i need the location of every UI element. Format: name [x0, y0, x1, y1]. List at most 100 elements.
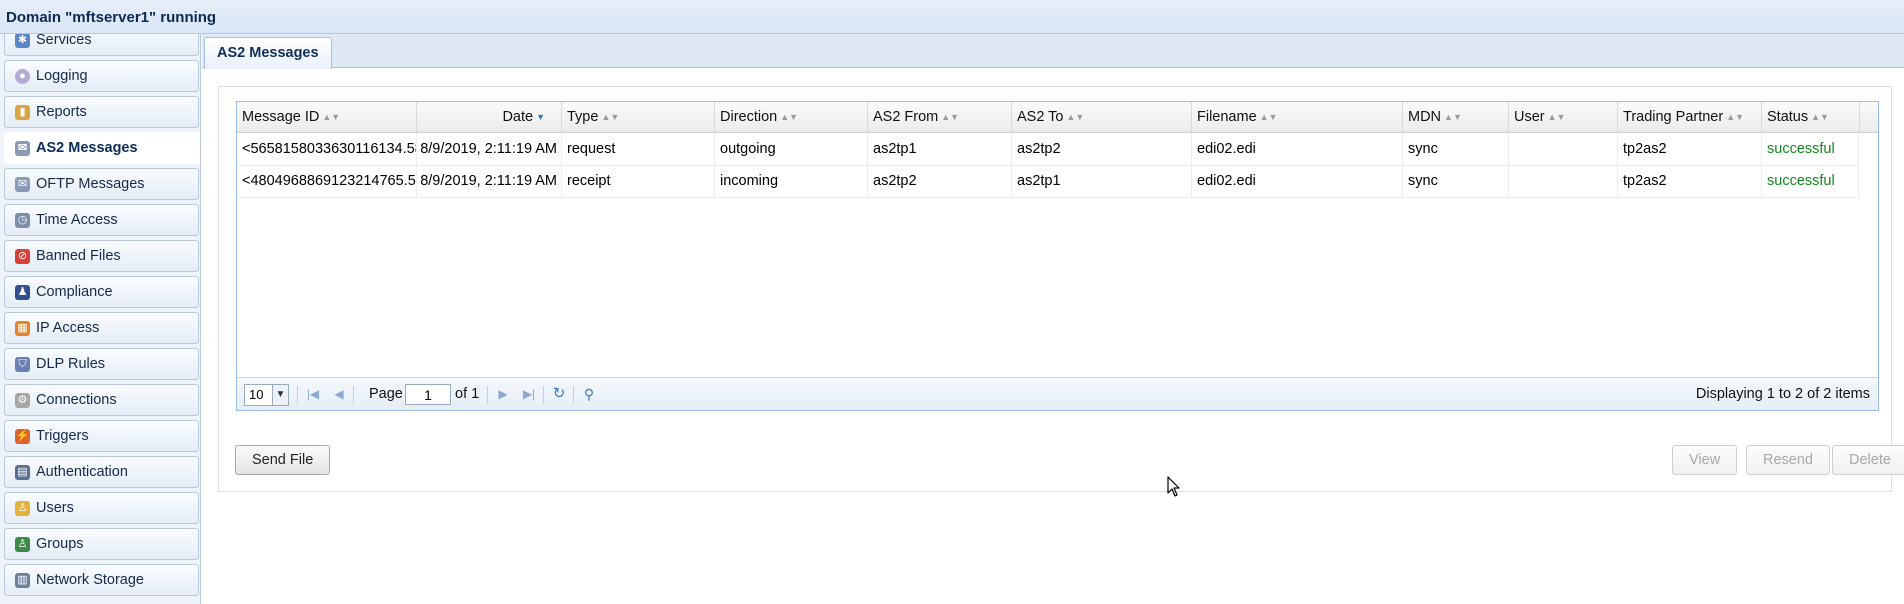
- column-header-trading-partner[interactable]: Trading Partner ▲▼: [1618, 102, 1762, 133]
- sidebar-item-groups[interactable]: ♙ Groups: [4, 528, 199, 560]
- sidebar-item-users[interactable]: ♙ Users: [4, 492, 199, 524]
- table-row[interactable]: <5658158033630116134.58 8/9/2019, 2:11:1…: [237, 134, 1859, 166]
- sidebar-item-authentication[interactable]: ▤ Authentication: [4, 456, 199, 488]
- column-label: AS2 From: [873, 109, 939, 125]
- column-header-mdn[interactable]: MDN ▲▼: [1403, 102, 1509, 133]
- column-header-status[interactable]: Status ▲▼: [1762, 102, 1860, 133]
- as2-messages-panel: Message ID ▲▼ Date ▼ Type ▲▼ Direction ▲▼ AS…: [218, 86, 1904, 492]
- authentication-icon: ▤: [15, 464, 30, 480]
- cell-status: successful: [1762, 134, 1859, 165]
- refresh-icon[interactable]: ↻: [549, 384, 569, 404]
- sidebar-item-label: Services: [36, 34, 92, 48]
- toolbar-separator: [487, 386, 488, 404]
- sidebar-item-label: Reports: [36, 104, 87, 120]
- view-button[interactable]: View: [1672, 445, 1738, 475]
- sort-icon: ▲▼: [1066, 112, 1085, 122]
- mouse-cursor-icon: [1167, 476, 1180, 497]
- sort-icon: ▲▼: [1444, 112, 1462, 122]
- sidebar-item-as2-messages[interactable]: ✉ AS2 Messages: [4, 132, 200, 164]
- main-content: AS2 Messages Message ID ▲▼ Date ▼ Type ▲▼ D…: [202, 34, 1904, 604]
- last-page-icon[interactable]: ▶|: [519, 384, 539, 404]
- sidebar: ✱ Services ● Logging ▮ Reports ✉ AS2 Mes…: [0, 34, 201, 604]
- cell-status: successful: [1762, 166, 1859, 197]
- column-label: MDN: [1408, 109, 1442, 125]
- delete-button[interactable]: Delete: [1832, 445, 1904, 475]
- sidebar-item-logging[interactable]: ● Logging: [4, 60, 199, 92]
- column-header-direction[interactable]: Direction ▲▼: [715, 102, 868, 133]
- reports-icon: ▮: [15, 104, 30, 120]
- column-label: Direction: [720, 109, 778, 125]
- sidebar-item-network-storage[interactable]: ▥ Network Storage: [4, 564, 199, 596]
- cell-as2-from: as2tp2: [868, 166, 1012, 197]
- next-page-icon[interactable]: ▶: [493, 384, 513, 404]
- toolbar-separator: [543, 386, 544, 404]
- resend-button[interactable]: Resend: [1746, 445, 1830, 475]
- cell-date: 8/9/2019, 2:11:19 AM: [417, 166, 562, 197]
- send-file-button[interactable]: Send File: [235, 445, 331, 475]
- sort-icon: ▲▼: [1726, 112, 1745, 122]
- ip-access-icon: ▦: [15, 320, 30, 336]
- sidebar-item-label: AS2 Messages: [36, 140, 138, 156]
- cell-as2-to: as2tp2: [1012, 134, 1192, 165]
- paging-toolbar: 10 ▼ |◀ ◀ Page of 1 ▶ ▶| ↻ ⚲ Displaying …: [237, 377, 1878, 410]
- column-label: Message ID: [242, 109, 320, 125]
- column-label: Type: [567, 109, 599, 125]
- sort-icon: ▲▼: [780, 112, 799, 122]
- cell-filename: edi02.edi: [1192, 166, 1403, 197]
- column-label: Date: [502, 109, 534, 125]
- chevron-down-icon: ▼: [272, 385, 288, 405]
- column-header-as2-from[interactable]: AS2 From ▲▼: [868, 102, 1012, 133]
- cell-message-id: <5658158033630116134.58: [237, 134, 417, 165]
- cell-user: [1509, 166, 1618, 197]
- search-icon[interactable]: ⚲: [579, 384, 599, 404]
- grid-header: Message ID ▲▼ Date ▼ Type ▲▼ Direction ▲▼ AS…: [237, 102, 1878, 133]
- sidebar-item-label: OFTP Messages: [36, 176, 145, 192]
- sidebar-item-label: Network Storage: [36, 572, 144, 588]
- sidebar-item-label: Authentication: [36, 464, 128, 480]
- cell-as2-from: as2tp1: [868, 134, 1012, 165]
- sidebar-item-banned-files[interactable]: ⊘ Banned Files: [4, 240, 199, 272]
- sort-icon: ▲▼: [1547, 112, 1566, 122]
- cell-trading-partner: tp2as2: [1618, 134, 1762, 165]
- cell-mdn: sync: [1403, 166, 1509, 197]
- banned-files-icon: ⊘: [15, 248, 30, 264]
- column-header-date[interactable]: Date ▼: [417, 102, 562, 133]
- sidebar-item-label: Groups: [36, 536, 84, 552]
- paging-display-text: Displaying 1 to 2 of 2 items: [1695, 386, 1870, 402]
- sidebar-item-dlp-rules[interactable]: ⛉ DLP Rules: [4, 348, 199, 380]
- page-count-label: of 1: [455, 386, 480, 402]
- tab-as2-messages[interactable]: AS2 Messages: [204, 37, 332, 69]
- sort-icon: ▲▼: [941, 112, 960, 122]
- sidebar-item-triggers[interactable]: ⚡ Triggers: [4, 420, 199, 452]
- sidebar-item-label: IP Access: [36, 320, 100, 336]
- column-header-user[interactable]: User ▲▼: [1509, 102, 1618, 133]
- logging-icon: ●: [15, 68, 30, 84]
- column-header-message-id[interactable]: Message ID ▲▼: [237, 102, 417, 133]
- dlp-rules-icon: ⛉: [15, 356, 30, 372]
- page-number-input[interactable]: [405, 384, 451, 405]
- sidebar-item-connections[interactable]: ⚙ Connections: [4, 384, 199, 416]
- sidebar-item-label: Compliance: [36, 284, 113, 300]
- sidebar-item-services[interactable]: ✱ Services: [4, 34, 199, 56]
- previous-page-icon[interactable]: ◀: [329, 384, 349, 404]
- column-header-filename[interactable]: Filename ▲▼: [1192, 102, 1403, 133]
- page-label: Page: [369, 386, 403, 402]
- column-label: User: [1514, 109, 1545, 125]
- messages-grid: Message ID ▲▼ Date ▼ Type ▲▼ Direction ▲▼ AS…: [236, 101, 1879, 411]
- sidebar-item-compliance[interactable]: ♟ Compliance: [4, 276, 199, 308]
- cell-direction: incoming: [715, 166, 868, 197]
- column-label: Trading Partner: [1623, 109, 1724, 125]
- column-header-as2-to[interactable]: AS2 To ▲▼: [1012, 102, 1192, 133]
- column-header-type[interactable]: Type ▲▼: [562, 102, 715, 133]
- first-page-icon[interactable]: |◀: [303, 384, 323, 404]
- sort-icon: ▲▼: [1259, 112, 1278, 122]
- groups-icon: ♙: [15, 536, 30, 552]
- sidebar-item-reports[interactable]: ▮ Reports: [4, 96, 199, 128]
- sidebar-item-oftp-messages[interactable]: ✉ OFTP Messages: [4, 168, 199, 200]
- sidebar-item-time-access[interactable]: ◷ Time Access: [4, 204, 199, 236]
- table-row[interactable]: <4804968869123214765.59 8/9/2019, 2:11:1…: [237, 166, 1859, 198]
- connections-icon: ⚙: [15, 392, 30, 408]
- sidebar-item-ip-access[interactable]: ▦ IP Access: [4, 312, 199, 344]
- oftp-messages-icon: ✉: [15, 176, 30, 192]
- page-size-select[interactable]: 10 ▼: [244, 384, 289, 406]
